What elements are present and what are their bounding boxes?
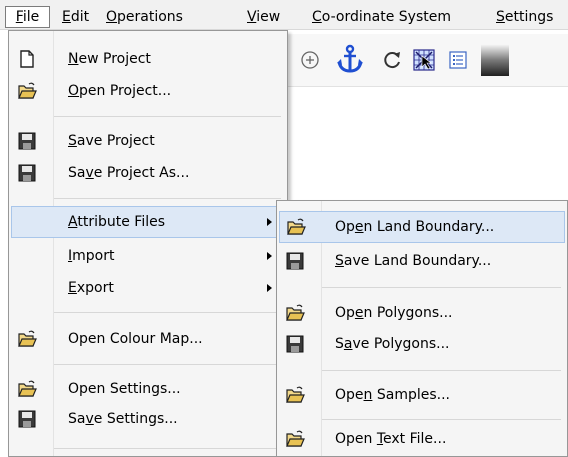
menu-item-open-text-file[interactable]: Open Text File... [279,423,565,455]
open-folder-icon [287,218,306,235]
menu-item-open-polygons[interactable]: Open Polygons... [279,297,565,329]
save-disk-icon [286,252,304,270]
menu-item-open-project[interactable]: Open Project... [11,75,283,107]
menu-separator [322,370,561,371]
submenu-arrow-icon [267,218,272,226]
save-disk-icon [18,164,36,182]
menu-item-open-colour-map[interactable]: Open Colour Map... [11,323,283,355]
menu-separator [322,419,561,420]
attribute-files-submenu: Open Land Boundary... Save Land Boundary… [276,200,568,457]
menu-operations[interactable]: Operations [106,7,183,27]
menu-item-save-land-boundary[interactable]: Save Land Boundary... [279,245,565,277]
refresh-icon[interactable] [380,48,404,72]
gradient-icon[interactable] [480,42,510,78]
toolbar [284,34,568,87]
menu-item-open-samples[interactable]: Open Samples... [279,379,565,411]
open-folder-icon [286,430,305,447]
menu-item-open-settings[interactable]: Open Settings... [11,373,283,405]
menu-separator [54,116,281,117]
menu-separator [54,448,281,449]
menu-separator [322,287,561,288]
menu-separator [54,312,281,313]
save-disk-icon [286,335,304,353]
grid-select-icon[interactable] [412,48,436,72]
menu-separator [54,198,281,199]
menu-item-save-settings[interactable]: Save Settings... [11,403,283,435]
save-disk-icon [18,132,36,150]
submenu-arrow-icon [267,252,272,260]
zoom-in-icon[interactable] [298,48,322,72]
save-disk-icon [18,410,36,428]
menu-coordinate-system[interactable]: Co-ordinate System [312,7,451,27]
menu-file[interactable]: File [5,6,50,28]
open-folder-icon [18,330,37,347]
menu-item-save-project[interactable]: Save Project [11,125,283,157]
list-icon[interactable] [446,48,470,72]
submenu-arrow-icon [267,284,272,292]
menu-item-import[interactable]: Import [11,240,283,272]
new-document-icon [20,50,34,68]
menu-item-save-polygons[interactable]: Save Polygons... [279,328,565,360]
menu-edit[interactable]: Edit [62,7,89,27]
file-menu: New Project Open Project... Save Project… [8,30,288,457]
menu-bar: File Edit Operations View Co-ordinate Sy… [0,0,568,30]
menu-item-export[interactable]: Export [11,272,283,304]
menu-view[interactable]: View [247,7,280,27]
menu-item-attribute-files[interactable]: Attribute Files [11,206,283,238]
open-folder-icon [18,380,37,397]
open-folder-icon [286,304,305,321]
menu-item-save-project-as[interactable]: Save Project As... [11,157,283,189]
menu-item-new-project[interactable]: New Project [11,43,283,75]
anchor-icon[interactable] [336,44,364,74]
menu-item-open-land-boundary[interactable]: Open Land Boundary... [279,211,565,243]
menu-separator [54,364,281,365]
open-folder-icon [18,82,37,99]
open-folder-icon [286,386,305,403]
menu-settings[interactable]: Settings [496,7,553,27]
